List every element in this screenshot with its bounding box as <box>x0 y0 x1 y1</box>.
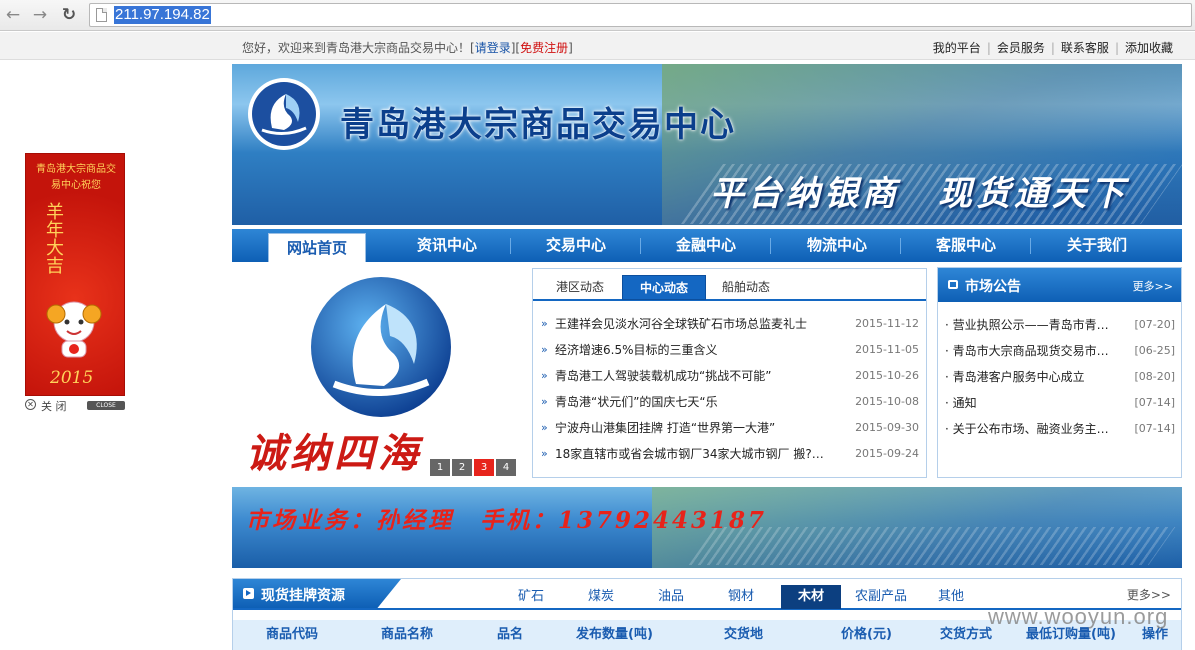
bullet-icon: » <box>541 343 548 356</box>
ad-close-row[interactable]: ✕ 关 闭 CLOSE <box>25 399 125 413</box>
news-item[interactable]: » 青岛港工人驾驶装载机成功“挑战不可能” 2015-10-26 <box>541 363 921 389</box>
nav-about-us[interactable]: 关于我们 <box>1042 229 1152 262</box>
site-title: 青岛港大宗商品交易中心 <box>340 105 736 145</box>
watermark: www.wooyun.org <box>988 604 1169 629</box>
top-link-member-service[interactable]: 会员服务 <box>997 41 1045 55</box>
new-year-couplet-ad[interactable]: 青岛港大宗商品交易中心祝您 羊年大吉 2015 <box>25 153 125 396</box>
col-product-code: 商品代码 <box>266 627 319 642</box>
notice-list: · 营业执照公示——青岛市青… [07-20] · 青岛市大宗商品现货交易市… [0… <box>945 312 1177 442</box>
col-product-name: 商品名称 <box>381 627 434 642</box>
notice-more-link[interactable]: 更多>> <box>1133 278 1173 294</box>
col-price: 价格(元) <box>841 627 892 642</box>
notice-title: 市场公告 <box>965 279 1021 295</box>
site-slogan: 平台纳银商 现货通天下 <box>710 174 1128 214</box>
news-item[interactable]: » 经济增速6.5%目标的三重含义 2015-11-05 <box>541 337 921 363</box>
close-circle-icon[interactable]: ✕ <box>25 399 36 410</box>
nav-trade-center[interactable]: 交易中心 <box>521 229 631 262</box>
market-notice-panel: 市场公告 更多>> · 营业执照公示——青岛市青… [07-20] · 青岛市大宗… <box>937 267 1182 478</box>
resources-title-tab: 现货挂牌资源 <box>233 579 401 608</box>
notice-icon <box>948 280 958 289</box>
tab-ship-news[interactable]: 船舶动态 <box>713 275 779 300</box>
top-link-contact-service[interactable]: 联系客服 <box>1061 41 1109 55</box>
tab-agri-products[interactable]: 农副产品 <box>851 585 911 609</box>
main-nav: 网站首页 资讯中心 交易中心 金融中心 物流中心 客服中心 关于我们 <box>232 229 1182 262</box>
top-link-bookmark[interactable]: 添加收藏 <box>1125 41 1173 55</box>
slideshow[interactable]: 诚纳四海 1 2 3 4 <box>232 264 522 478</box>
notice-item[interactable]: · 青岛港客户服务中心成立 [08-20] <box>945 364 1177 390</box>
news-item[interactable]: » 宁波舟山港集团挂牌 打造“世界第一大港” 2015-09-30 <box>541 415 921 441</box>
news-item[interactable]: » 王建祥会见淡水河谷全球铁矿石市场总监麦礼士 2015-11-12 <box>541 311 921 337</box>
ad-close-button[interactable]: CLOSE <box>87 401 125 410</box>
nav-finance-center[interactable]: 金融中心 <box>651 229 761 262</box>
register-link[interactable]: 免费注册 <box>520 41 568 55</box>
slide-dot-3[interactable]: 3 <box>474 459 494 476</box>
welcome-text: 您好，欢迎来到青岛港大宗商品交易中心！ <box>242 41 471 55</box>
notice-header: 市场公告 更多>> <box>938 268 1181 302</box>
tab-port-news[interactable]: 港区动态 <box>547 275 613 300</box>
sheep-mascot-icon <box>46 301 102 358</box>
back-arrow-icon[interactable]: ← <box>2 4 24 26</box>
forward-arrow-icon[interactable]: → <box>29 4 51 26</box>
slide-calligraphy: 诚纳四海 <box>246 430 422 477</box>
nav-logistics-center[interactable]: 物流中心 <box>782 229 892 262</box>
col-delivery-place: 交货地 <box>724 627 764 642</box>
url-text[interactable]: 211.97.194.82 <box>114 6 211 24</box>
tab-steel[interactable]: 钢材 <box>711 585 771 609</box>
slide-dot-4[interactable]: 4 <box>496 459 516 476</box>
contact-banner[interactable]: 市场业务：孙经理 手机：13792443187 <box>232 487 1182 568</box>
reload-icon[interactable]: ↻ <box>58 4 80 26</box>
bullet-icon: » <box>541 395 548 408</box>
top-info-bar: 您好，欢迎来到青岛港大宗商品交易中心！[请登录][免费注册] 我的平台 | 会员服务… <box>0 32 1195 60</box>
col-delivery-method: 交货方式 <box>940 627 993 642</box>
tab-center-news[interactable]: 中心动态 <box>622 275 706 300</box>
nav-news-center[interactable]: 资讯中心 <box>392 229 502 262</box>
address-bar[interactable]: 211.97.194.82 <box>89 3 1192 27</box>
login-link[interactable]: 请登录 <box>475 41 511 55</box>
couplet-blessing: 羊年大吉 <box>46 202 64 277</box>
tab-oil[interactable]: 油品 <box>641 585 701 609</box>
browser-toolbar: ← → ↻ 211.97.194.82 <box>0 0 1195 31</box>
slide-dot-2[interactable]: 2 <box>452 459 472 476</box>
bullet-icon: » <box>541 447 548 460</box>
col-quantity: 发布数量(吨) <box>576 627 653 642</box>
welcome-message: 您好，欢迎来到青岛港大宗商品交易中心！[请登录][免费注册] <box>242 41 573 55</box>
couplet-greeting: 青岛港大宗商品交易中心祝您 <box>36 164 116 191</box>
top-links: 我的平台 | 会员服务 | 联系客服 | 添加收藏 <box>932 41 1173 55</box>
nav-home[interactable]: 网站首页 <box>268 233 366 262</box>
site-logo-icon[interactable] <box>246 76 322 152</box>
nav-service-center[interactable]: 客服中心 <box>911 229 1021 262</box>
top-link-my-platform[interactable]: 我的平台 <box>933 41 981 55</box>
tab-timber[interactable]: 木材 <box>781 585 841 609</box>
bullet-icon: » <box>541 421 548 434</box>
news-list: » 王建祥会见淡水河谷全球铁矿石市场总监麦礼士 2015-11-12 » 经济增速6.… <box>541 311 921 467</box>
news-item[interactable]: » 18家直辖市或省会城市钢厂34家大城市钢厂 搬?… 2015-09-24 <box>541 441 921 467</box>
contact-text: 市场业务：孙经理 手机：13792443187 <box>246 507 768 534</box>
resources-more-link[interactable]: 更多>> <box>1127 586 1171 603</box>
resources-title: 现货挂牌资源 <box>261 588 345 604</box>
notice-item[interactable]: · 通知 [07-14] <box>945 390 1177 416</box>
couplet-year: 2015 <box>50 368 94 388</box>
news-item[interactable]: » 青岛港“状元们”的国庆七天“乐 2015-10-08 <box>541 389 921 415</box>
slide-dot-1[interactable]: 1 <box>430 459 450 476</box>
ad-close-label[interactable]: 关 闭 <box>41 398 67 414</box>
tab-ore[interactable]: 矿石 <box>501 585 561 609</box>
col-item-name: 品名 <box>497 627 524 642</box>
tab-other[interactable]: 其他 <box>921 585 981 609</box>
news-panel: 港区动态 中心动态 船舶动态 » 王建祥会见淡水河谷全球铁矿石市场总监麦礼士 201… <box>532 268 927 478</box>
play-icon <box>243 588 254 599</box>
header-banner: 青岛港大宗商品交易中心 平台纳银商 现货通天下 <box>232 64 1182 225</box>
notice-item[interactable]: · 关于公布市场、融资业务主… [07-14] <box>945 416 1177 442</box>
news-tabs: 港区动态 中心动态 船舶动态 <box>533 269 926 301</box>
slide-logo-icon <box>311 277 451 417</box>
tab-coal[interactable]: 煤炭 <box>571 585 631 609</box>
notice-item[interactable]: · 青岛市大宗商品现货交易市… [06-25] <box>945 338 1177 364</box>
page: ← → ↻ 211.97.194.82 您好，欢迎来到青岛港大宗商品交易中心！[… <box>0 0 1195 650</box>
bullet-icon: » <box>541 317 548 330</box>
notice-item[interactable]: · 营业执照公示——青岛市青… [07-20] <box>945 312 1177 338</box>
page-icon <box>96 8 107 22</box>
bullet-icon: » <box>541 369 548 382</box>
